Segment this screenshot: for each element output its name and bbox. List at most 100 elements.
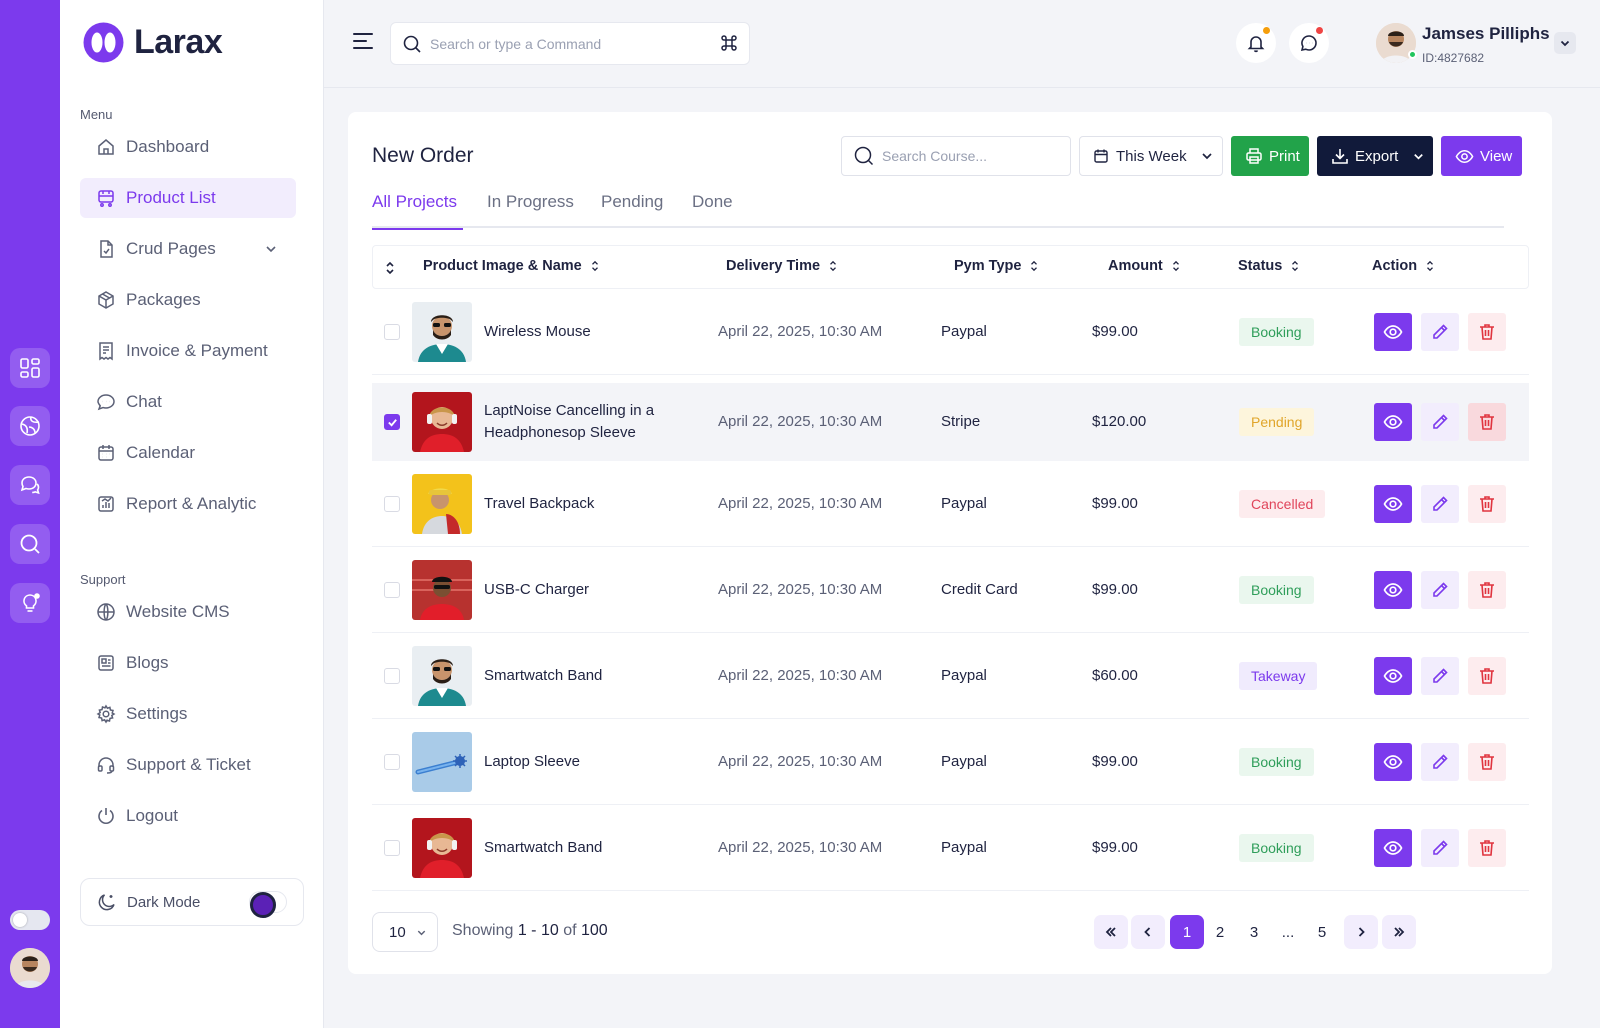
chat-icon[interactable] xyxy=(10,465,50,505)
sidebar-item-product-list[interactable]: Product List xyxy=(80,178,296,218)
row-checkbox[interactable] xyxy=(384,668,400,684)
column-header[interactable]: Amount xyxy=(1108,258,1181,274)
sidebar-item-packages[interactable]: Packages xyxy=(80,280,296,320)
product-image xyxy=(412,646,472,706)
view-row-button[interactable] xyxy=(1374,743,1412,781)
page-button[interactable]: 1 xyxy=(1170,915,1204,949)
row-checkbox[interactable] xyxy=(384,496,400,512)
view-row-button[interactable] xyxy=(1374,657,1412,695)
messages-button[interactable] xyxy=(1289,23,1329,63)
print-button[interactable]: Print xyxy=(1231,136,1309,176)
edit-row-button[interactable] xyxy=(1421,743,1459,781)
edit-row-button[interactable] xyxy=(1421,313,1459,351)
dark-mode-toggle[interactable]: Dark Mode xyxy=(80,878,304,926)
amount: $60.00 xyxy=(1092,667,1138,684)
table-row[interactable]: Smartwatch Band April 22, 2025, 10:30 AM… xyxy=(372,805,1529,891)
page-button[interactable]: 3 xyxy=(1237,915,1271,949)
sidebar-item-crud-pages[interactable]: Crud Pages xyxy=(80,229,296,269)
sidebar-item-invoice-payment[interactable]: Invoice & Payment xyxy=(80,331,296,371)
row-checkbox[interactable] xyxy=(384,582,400,598)
sidebar-item-report-analytic[interactable]: Report & Analytic xyxy=(80,484,296,524)
rail-toggle[interactable] xyxy=(10,910,50,930)
last-page-button[interactable] xyxy=(1382,915,1416,949)
view-row-button[interactable] xyxy=(1374,403,1412,441)
page-size-select[interactable]: 10 xyxy=(372,912,438,952)
column-header[interactable]: Action xyxy=(1372,258,1435,274)
prev-page-button[interactable] xyxy=(1131,915,1165,949)
search-placeholder: Search or type a Command xyxy=(430,35,602,52)
table-row[interactable]: Smartwatch Band April 22, 2025, 10:30 AM… xyxy=(372,633,1529,719)
trash-icon xyxy=(1480,496,1494,512)
brand-logo[interactable]: Larax xyxy=(83,22,223,63)
table-row[interactable]: USB-C Charger April 22, 2025, 10:30 AM C… xyxy=(372,547,1529,633)
tab-in-progress[interactable]: In Progress xyxy=(487,192,574,230)
view-row-button[interactable] xyxy=(1374,829,1412,867)
delete-row-button[interactable] xyxy=(1468,403,1506,441)
dark-mode-switch[interactable] xyxy=(249,891,287,918)
sort-icon[interactable] xyxy=(384,260,396,276)
view-row-button[interactable] xyxy=(1374,485,1412,523)
tab-pending[interactable]: Pending xyxy=(601,192,663,230)
sidebar-item-calendar[interactable]: Calendar xyxy=(80,433,296,473)
course-search-input[interactable]: Search Course... xyxy=(841,136,1071,176)
first-page-button[interactable] xyxy=(1094,915,1128,949)
payment-type: Paypal xyxy=(941,753,987,770)
notification-button[interactable] xyxy=(1236,23,1276,63)
sidebar-item-chat[interactable]: Chat xyxy=(80,382,296,422)
globe-icon[interactable] xyxy=(10,406,50,446)
sidebar-item-label: Packages xyxy=(126,290,201,309)
page-button[interactable]: 5 xyxy=(1305,915,1339,949)
edit-row-button[interactable] xyxy=(1421,403,1459,441)
sort-icon xyxy=(1031,260,1038,272)
bulb-icon[interactable] xyxy=(10,583,50,623)
table-row[interactable]: LaptNoise Cancelling in a Headphonesop S… xyxy=(372,383,1529,461)
sidebar-item-blogs[interactable]: Blogs xyxy=(80,643,296,683)
sidebar-item-label: Invoice & Payment xyxy=(126,341,268,360)
product-name: Laptop Sleeve xyxy=(484,753,580,770)
edit-row-button[interactable] xyxy=(1421,571,1459,609)
date-range-select[interactable]: This Week xyxy=(1079,136,1223,176)
sidebar-item-logout[interactable]: Logout xyxy=(80,796,296,836)
delete-row-button[interactable] xyxy=(1468,743,1506,781)
chevron-right-icon xyxy=(1358,927,1365,937)
export-button[interactable]: Export xyxy=(1317,136,1433,176)
row-checkbox[interactable] xyxy=(384,754,400,770)
tab-all-projects[interactable]: All Projects xyxy=(372,192,463,230)
table-row[interactable]: Travel Backpack April 22, 2025, 10:30 AM… xyxy=(372,461,1529,547)
avatar[interactable] xyxy=(10,948,50,988)
column-header[interactable]: Status xyxy=(1238,258,1300,274)
edit-row-button[interactable] xyxy=(1421,657,1459,695)
search-icon[interactable] xyxy=(10,524,50,564)
grid-icon[interactable] xyxy=(10,348,50,388)
edit-row-button[interactable] xyxy=(1421,485,1459,523)
sidebar-item-support-ticket[interactable]: Support & Ticket xyxy=(80,745,296,785)
next-page-button[interactable] xyxy=(1344,915,1378,949)
view-button[interactable]: View xyxy=(1441,136,1522,176)
tab-done[interactable]: Done xyxy=(692,192,733,230)
column-header[interactable]: Product Image & Name xyxy=(423,258,600,274)
view-row-button[interactable] xyxy=(1374,571,1412,609)
delete-row-button[interactable] xyxy=(1468,829,1506,867)
row-checkbox[interactable] xyxy=(384,840,400,856)
sidebar-item-dashboard[interactable]: Dashboard xyxy=(80,127,296,167)
row-checkbox[interactable] xyxy=(384,414,400,430)
page-button[interactable]: 2 xyxy=(1203,915,1237,949)
table-row[interactable]: Wireless Mouse April 22, 2025, 10:30 AM … xyxy=(372,289,1529,375)
pencil-icon xyxy=(1433,496,1448,511)
row-checkbox[interactable] xyxy=(384,324,400,340)
view-row-button[interactable] xyxy=(1374,313,1412,351)
sidebar-item-settings[interactable]: Settings xyxy=(80,694,296,734)
column-header[interactable]: Pym Type xyxy=(954,258,1039,274)
user-menu-button[interactable] xyxy=(1554,32,1576,54)
column-header[interactable]: Delivery Time xyxy=(726,258,838,274)
table-row[interactable]: Laptop Sleeve April 22, 2025, 10:30 AM P… xyxy=(372,719,1529,805)
payment-type: Credit Card xyxy=(941,581,1018,598)
delete-row-button[interactable] xyxy=(1468,485,1506,523)
delete-row-button[interactable] xyxy=(1468,657,1506,695)
command-search-input[interactable]: Search or type a Command xyxy=(390,22,750,65)
delete-row-button[interactable] xyxy=(1468,571,1506,609)
delete-row-button[interactable] xyxy=(1468,313,1506,351)
menu-toggle-icon[interactable] xyxy=(352,30,374,52)
sidebar-item-website-cms[interactable]: Website CMS xyxy=(80,592,296,632)
edit-row-button[interactable] xyxy=(1421,829,1459,867)
